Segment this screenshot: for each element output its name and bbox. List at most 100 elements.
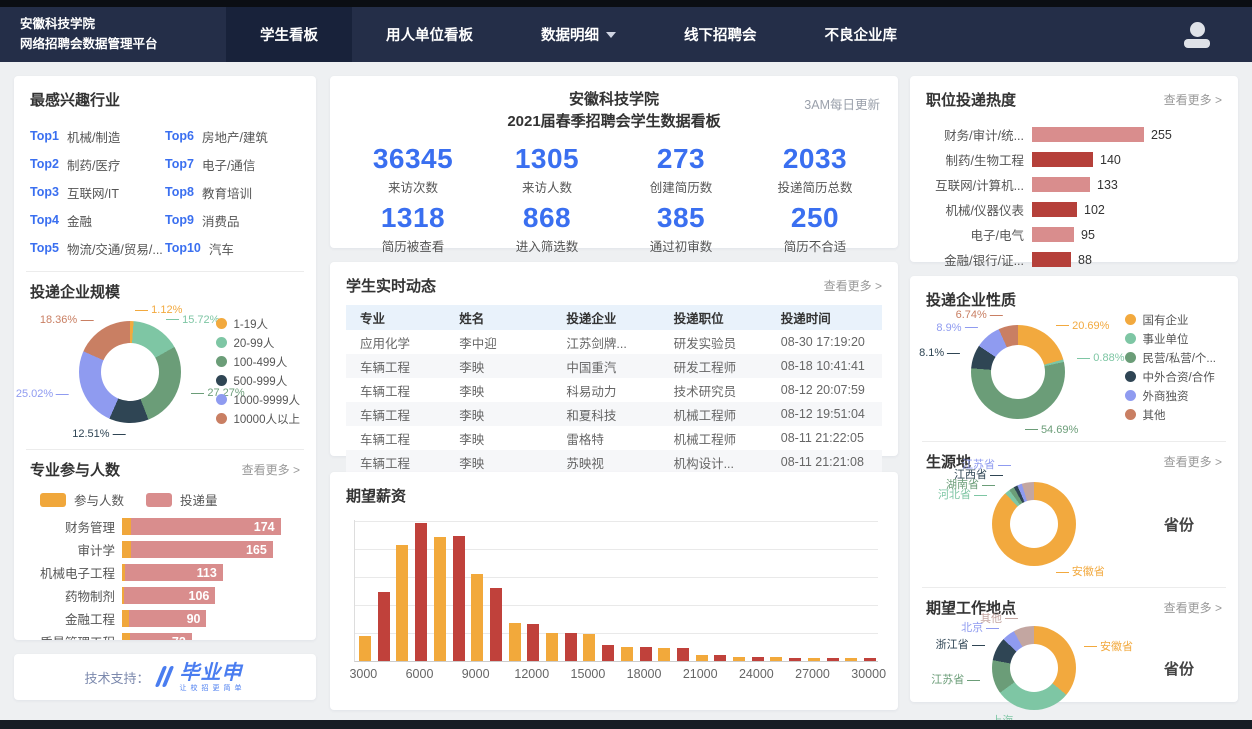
label-leader-line [113,434,126,435]
table-row: 车辆工程李映苏映视机构设计...08-11 21:21:08 [346,450,882,474]
heat-value: 95 [1081,228,1095,242]
table-cell: 08-11 21:21:08 [775,450,882,474]
salary-bar [415,523,427,661]
label-leader-line [964,327,977,328]
platform-title-line1: 安徽科技学院 [20,15,226,34]
heat-bar-row: 机械/仪器仪表102 [926,197,1222,222]
pie-slice-label: 6.74% [956,309,1006,321]
pie-slice-label: 8.9% [936,322,980,334]
divider [922,587,1226,588]
origin-see-more-link[interactable]: 查看更多 > [1164,453,1222,470]
legend-swatch [146,493,172,507]
label-leader-line [1005,618,1018,619]
label-leader-line [972,645,985,646]
table-cell: 技术研究员 [668,378,775,402]
pie-slice-label: 江苏省 [931,671,983,687]
work-location-axis-note: 省份 [1164,658,1194,679]
table-cell: 08-12 20:07:59 [775,378,882,402]
label-leader-line [974,495,987,496]
nav-tab-不良企业库[interactable]: 不良企业库 [791,7,932,62]
salary-bar [378,592,390,661]
salary-title: 期望薪资 [346,485,882,506]
work-location-see-more-link[interactable]: 查看更多 > [1164,599,1222,616]
interest-item: Top4金融 [30,206,165,234]
stat-block: 36345来访次数 [346,143,480,196]
heat-label: 制药/生物工程 [926,150,1032,169]
legend-item: 民营/私营/个... [1125,348,1216,367]
label-leader-line [166,319,179,320]
interest-rank: Top2 [30,157,59,171]
interest-item: Top3互联网/IT [30,178,165,206]
origin-donut-chart: 省份 安徽省河北省湖南省江西省江苏省 [926,472,1222,578]
label-leader-line [135,310,148,311]
table-cell: 车辆工程 [346,402,453,426]
company-size-title: 投递企业规模 [30,281,300,302]
salary-bar [752,657,764,661]
salary-bar [733,657,745,661]
stat-value: 385 [614,202,748,234]
salary-bar [696,655,708,661]
interest-item: Top9消费品 [165,206,300,234]
label-leader-line [1025,429,1038,430]
legend-dot [1125,333,1136,344]
nav-tab-数据明细[interactable]: 数据明细 [507,7,650,62]
interest-label: 房地产/建筑 [202,127,268,146]
heat-value: 102 [1084,203,1105,217]
salary-bar [396,545,408,661]
interest-label: 教育培训 [202,183,252,202]
table-cell: 李映 [453,402,560,426]
salary-bar [434,537,446,661]
label-leader-line [80,320,93,321]
heat-bar [1032,227,1074,242]
donut-hole [101,343,159,401]
stat-label: 来访人数 [480,177,614,196]
stat-label: 通过初审数 [614,236,748,255]
table-cell: 机构设计... [668,450,775,474]
overview-title-line2: 2021届春季招聘会学生数据看板 [346,111,882,133]
heat-label: 财务/审计/统... [926,125,1032,144]
divider [922,441,1226,442]
column-header: 姓名 [453,305,560,330]
section-work-location: 期望工作地点 查看更多 > 省份 安徽省上海江苏省浙江省北京其他 [926,597,1222,722]
heat-bar [1032,152,1093,167]
interest-item: Top1机械/制造 [30,122,165,150]
table-cell: 李映 [453,426,560,450]
majors-see-more-link[interactable]: 查看更多 > [242,461,300,478]
salary-bar [359,636,371,661]
legend-dot [216,356,227,367]
origin-axis-note: 省份 [1164,514,1194,535]
activity-see-more-link[interactable]: 查看更多 > [824,277,882,294]
tech-support-tagline: 让校招更简单 [180,685,246,692]
nav-tabs: 学生看板用人单位看板数据明细线下招聘会不良企业库 [226,7,931,62]
salary-bar [621,647,633,661]
table-header-row: 专业姓名投递企业投递职位投递时间 [346,305,882,330]
job-heat-see-more-link[interactable]: 查看更多 > [1164,91,1222,108]
nav-tab-学生看板[interactable]: 学生看板 [226,7,352,62]
interest-label: 汽车 [209,239,234,258]
label-leader-line [191,393,204,394]
legend-item: 事业单位 [1125,329,1216,348]
table-cell: 和夏科技 [560,402,667,426]
job-heat-card: 职位投递热度 查看更多 > 财务/审计/统...255制药/生物工程140互联网… [910,76,1238,262]
interest-item: Top2制药/医疗 [30,150,165,178]
participants-bar [122,610,129,627]
heat-label: 互联网/计算机... [926,175,1032,194]
x-tick-label: 12000 [514,667,549,681]
nav-tab-用人单位看板[interactable]: 用人单位看板 [352,7,507,62]
nav-tab-线下招聘会[interactable]: 线下招聘会 [650,7,791,62]
legend-item: 其他 [1125,405,1216,424]
tech-support-brand: 毕业申 [180,663,246,683]
column-header: 投递职位 [668,305,775,330]
stat-block: 250简历不合适 [748,202,882,255]
x-tick-label: 24000 [739,667,774,681]
legend-dot [1125,314,1136,325]
interests-title: 最感兴趣行业 [30,89,300,110]
stat-block: 273创建简历数 [614,143,748,196]
user-account-button[interactable] [1184,22,1210,48]
stat-label: 创建简历数 [614,177,748,196]
label-leader-line [990,315,1003,316]
table-row: 车辆工程李映科易动力技术研究员08-12 20:07:59 [346,378,882,402]
salary-bar [565,633,577,661]
section-company-type: 投递企业性质 20.69%0.88%54.69%8.1%8.9%6.74%国有企… [926,289,1222,432]
heat-value: 88 [1078,253,1092,267]
